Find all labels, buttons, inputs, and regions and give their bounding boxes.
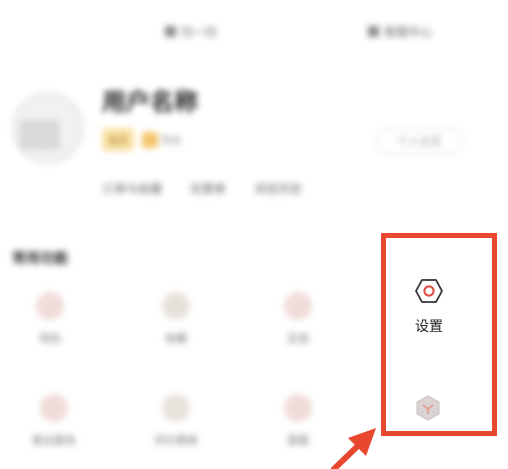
reviews-icon (162, 394, 190, 422)
grid-item-label: 客服 (287, 434, 309, 447)
pointer-arrow-icon (331, 428, 376, 469)
headset-icon (368, 25, 379, 37)
service-center-label: 客服中心 (384, 24, 433, 39)
grid-item-reviews[interactable]: 评价晒单 (136, 394, 216, 448)
service-center-button[interactable]: 客服中心 (368, 22, 432, 40)
scan-icon (165, 25, 176, 37)
member-badge: 会员 (102, 128, 134, 151)
grid-item-label: 足迹 (287, 332, 309, 345)
stat-item[interactable]: 订单与收藏 (102, 180, 162, 197)
scan-button[interactable]: 扫一扫 (165, 22, 217, 40)
grid-item-label: 钱包 (39, 332, 61, 345)
grid-item-wallet[interactable]: 钱包 (10, 292, 90, 346)
stats-row: 订单与收藏 优惠券 浏览历史 (102, 180, 302, 197)
stat-item[interactable]: 优惠券 (190, 180, 226, 197)
section-title: 常用功能 (12, 251, 68, 267)
stat-item[interactable]: 浏览历史 (254, 180, 302, 197)
level-badge: 等级 (142, 131, 181, 148)
support-icon (284, 394, 312, 422)
grid-item-history[interactable]: 足迹 (258, 292, 338, 346)
grid-item-label: 售后服务 (32, 434, 76, 447)
history-icon (284, 292, 312, 320)
favorites-icon (162, 292, 190, 320)
badge-row: 会员 等级 (102, 128, 181, 151)
username: 用户名称 (102, 88, 198, 116)
grid-item-label: 评价晒单 (154, 434, 198, 447)
grid-item-label: 收藏 (165, 332, 187, 345)
grid-item-after-sales[interactable]: 售后服务 (14, 394, 94, 448)
wallet-icon (36, 292, 64, 320)
highlight-box (381, 233, 497, 436)
scan-label: 扫一扫 (181, 24, 218, 39)
level-icon (142, 131, 158, 148)
grid-item-favorites[interactable]: 收藏 (136, 292, 216, 346)
level-label: 等级 (161, 136, 181, 147)
after-sales-icon (40, 394, 68, 422)
profile-page-button[interactable]: 个人主页 (376, 128, 462, 154)
avatar[interactable] (12, 92, 84, 164)
